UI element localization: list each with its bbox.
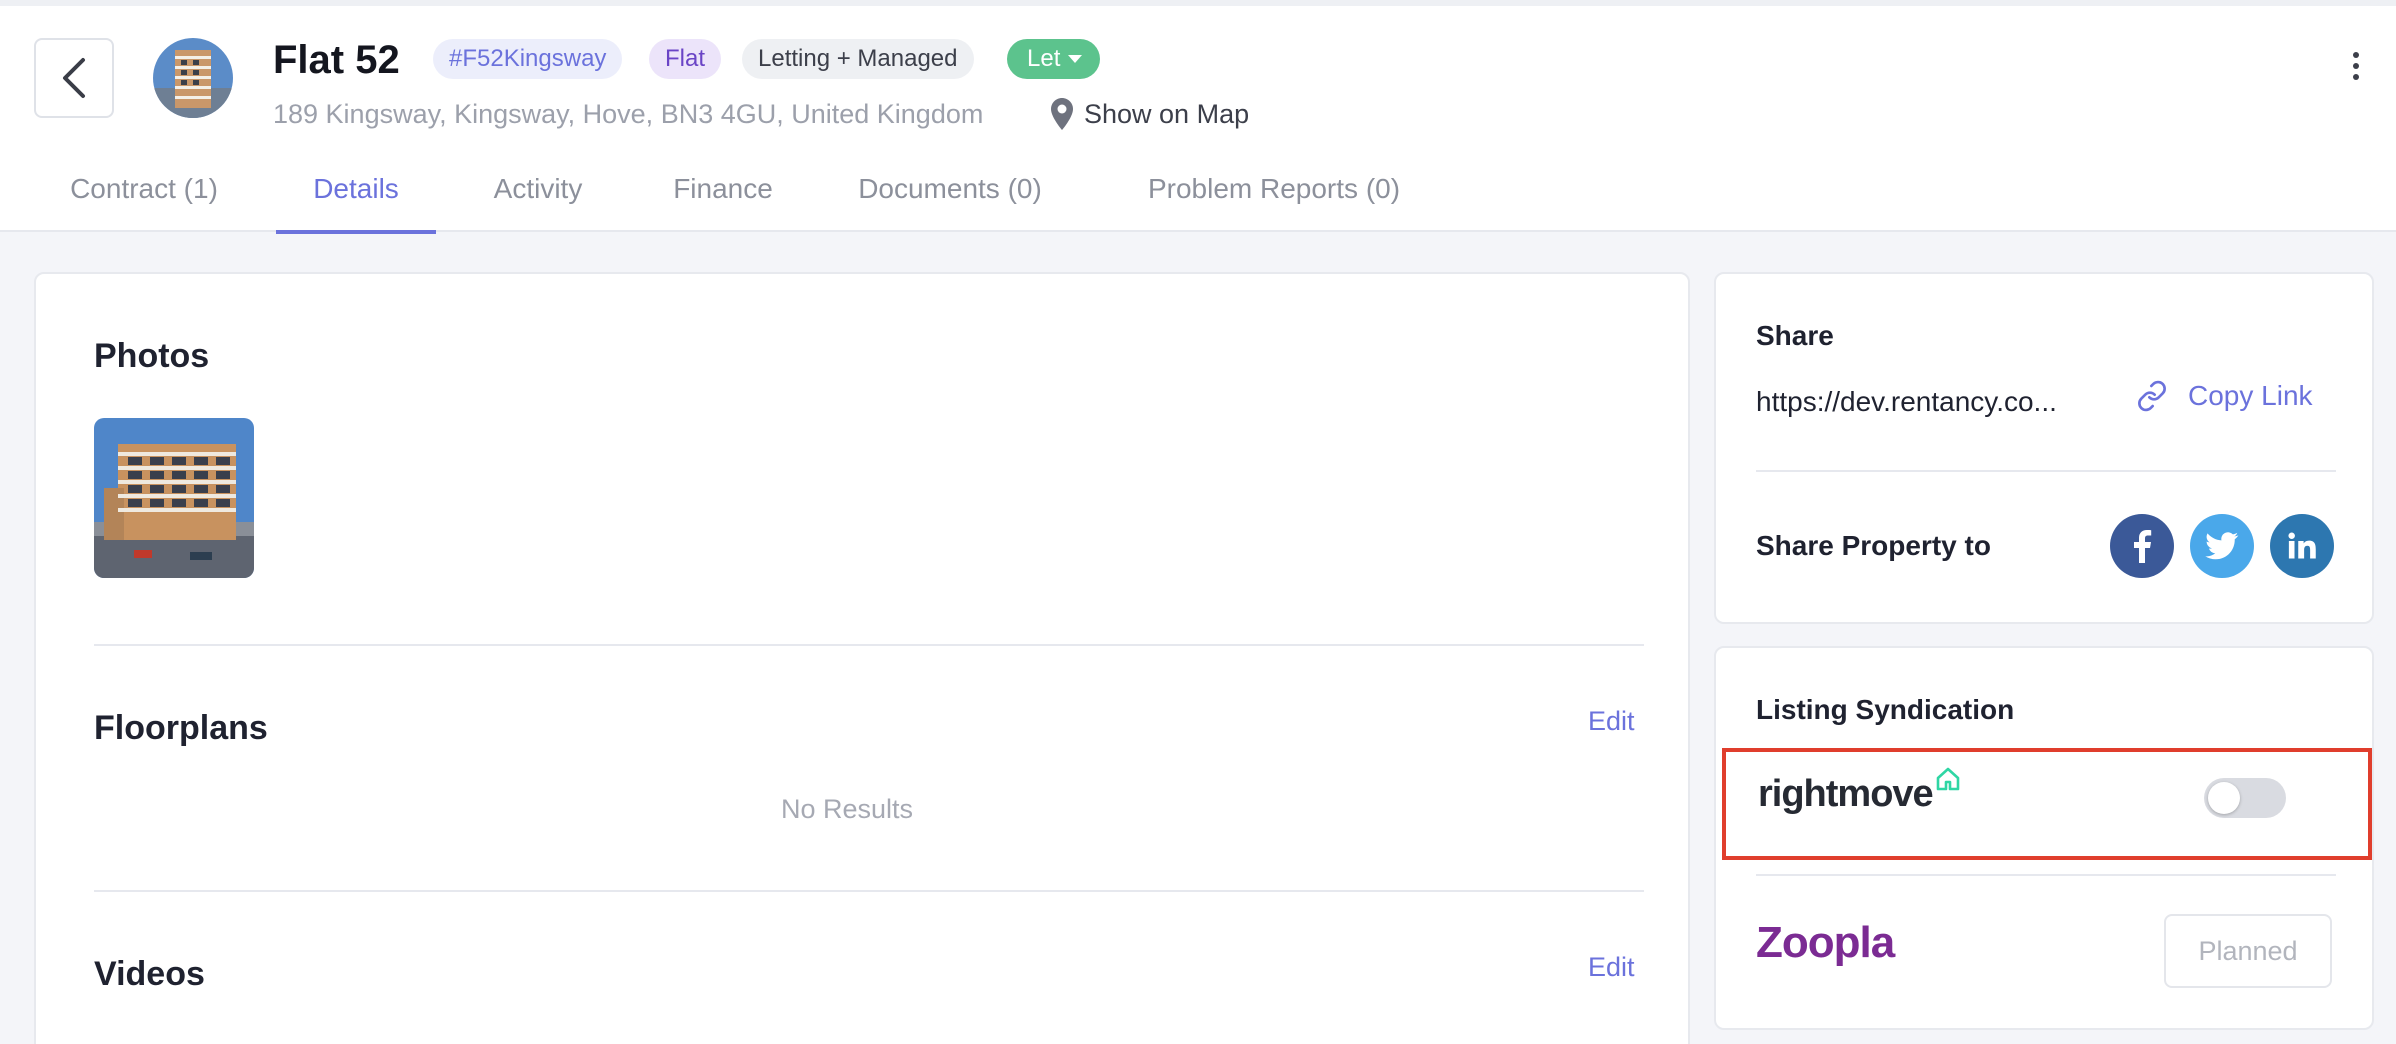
show-on-map-link[interactable]: Show on Map <box>1050 92 1249 136</box>
tab-details[interactable]: Details <box>276 156 436 234</box>
floorplans-divider <box>94 890 1644 892</box>
photos-divider <box>94 644 1644 646</box>
link-icon <box>2138 380 2166 412</box>
twitter-share-button[interactable] <box>2190 514 2254 578</box>
management-badge: Letting + Managed <box>742 39 974 79</box>
copy-link-button[interactable]: Copy Link <box>2136 380 2313 412</box>
share-url: https://dev.rentancy.co... <box>1756 386 2057 417</box>
rightmove-toggle[interactable] <box>2204 778 2286 818</box>
share-card: Share https://dev.rentancy.co... Copy Li… <box>1714 272 2374 624</box>
share-divider <box>1756 470 2336 472</box>
chevron-left-icon <box>63 58 85 98</box>
property-title: Flat 52 <box>273 38 400 82</box>
caret-down-icon <box>1068 55 1083 63</box>
reference-badge: #F52Kingsway <box>433 39 623 79</box>
listing-syndication-title: Listing Syndication <box>1756 694 2015 725</box>
status-label: Let <box>1027 45 1061 72</box>
type-badge: Flat <box>649 39 722 79</box>
facebook-share-button[interactable] <box>2110 514 2174 578</box>
videos-title: Videos <box>94 955 205 993</box>
tab-contract[interactable]: Contract (1) <box>44 156 244 232</box>
rightmove-house-icon <box>1936 767 1960 791</box>
floorplans-title: Floorplans <box>94 709 268 747</box>
copy-link-label: Copy Link <box>2188 380 2313 411</box>
zoopla-logo: Zoopla <box>1756 918 1895 967</box>
syndication-divider <box>1756 874 2336 876</box>
tab-activity[interactable]: Activity <box>478 156 598 232</box>
more-options-icon[interactable] <box>2342 46 2370 86</box>
twitter-icon <box>2205 532 2239 560</box>
linkedin-icon <box>2288 532 2316 559</box>
property-header: Flat 52 #F52Kingsway Flat Letting + Mana… <box>0 6 2396 234</box>
videos-edit-link[interactable]: Edit <box>1588 952 1635 983</box>
listing-syndication-card: Listing Syndication rightmove Zoopla Pla… <box>1714 646 2374 1030</box>
rightmove-logo: rightmove <box>1758 767 1961 816</box>
property-avatar <box>153 38 233 118</box>
details-card: Photos Floorplans Edit No Results Videos… <box>34 272 1690 1044</box>
floorplans-edit-link[interactable]: Edit <box>1588 706 1635 737</box>
property-photo[interactable] <box>94 418 254 578</box>
photos-title: Photos <box>94 337 210 375</box>
show-on-map-label: Show on Map <box>1084 99 1250 129</box>
tab-documents[interactable]: Documents (0) <box>850 156 1050 232</box>
facebook-icon <box>2134 530 2152 563</box>
zoopla-planned-button: Planned <box>2164 914 2332 988</box>
status-dropdown[interactable]: Let <box>1007 39 1101 79</box>
rightmove-logo-text: rightmove <box>1758 773 1934 815</box>
toggle-knob <box>2208 782 2240 814</box>
tab-bar: Contract (1) Details Activity Finance Do… <box>0 156 1500 234</box>
floorplans-empty-text: No Results <box>780 794 914 824</box>
share-title: Share <box>1756 320 1834 351</box>
share-property-label: Share Property to <box>1756 530 1991 561</box>
tab-problem-reports[interactable]: Problem Reports (0) <box>1136 156 1412 232</box>
linkedin-share-button[interactable] <box>2270 514 2334 578</box>
property-address: 189 Kingsway, Kingsway, Hove, BN3 4GU, U… <box>273 99 984 129</box>
tab-finance[interactable]: Finance <box>664 156 782 232</box>
back-button[interactable] <box>34 38 114 118</box>
map-pin-icon <box>1051 98 1073 130</box>
